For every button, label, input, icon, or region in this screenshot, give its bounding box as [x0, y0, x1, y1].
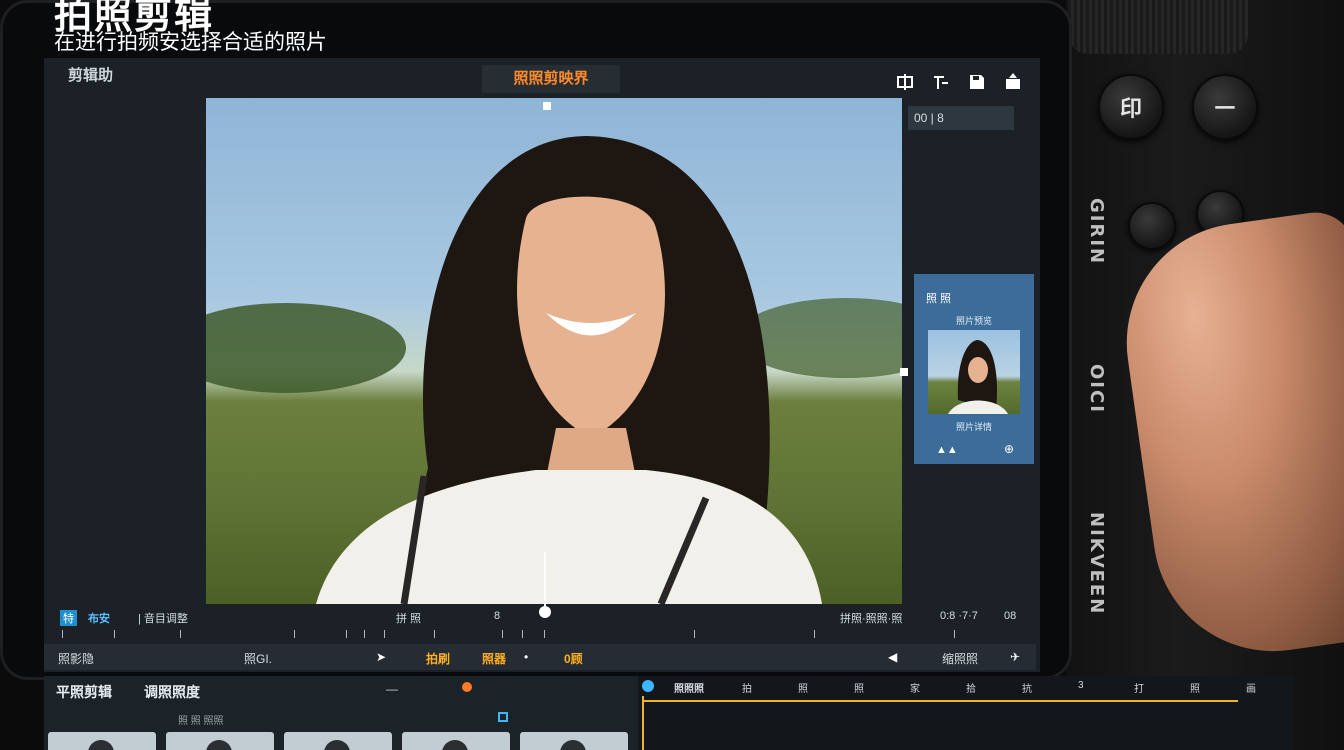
filmstrip-frame-1[interactable] — [48, 732, 156, 750]
preview-card-subtitle: 照片预览 — [955, 316, 992, 326]
camera-button-small[interactable] — [1128, 202, 1176, 250]
save-icon[interactable] — [966, 72, 988, 92]
app-header: 剪辑助 照照剪映界 — [54, 58, 1036, 94]
track-marker-icon[interactable] — [642, 680, 654, 692]
main-photo[interactable] — [206, 98, 902, 604]
camera-side-label-3: NIKVEEN — [1086, 512, 1107, 616]
camera-side-label-1: GIRIN — [1086, 198, 1107, 266]
bottom-label-2[interactable]: 调照照度 — [144, 682, 200, 702]
track-tick: 照 — [1190, 684, 1200, 695]
control-bar: 照影隐 照GI. ➤ 拍刷 照器 • 0顾 ◀ 缩照照 ✈ — [44, 644, 1036, 670]
track-tick: 照 — [854, 684, 864, 695]
share-icon[interactable] — [1002, 72, 1024, 92]
filmstrip-frame-4[interactable] — [402, 732, 510, 750]
bottom-editor: 平照剪辑 调照照度 照 照 照照 — 照照照 拍 照 照 家 拾 抗 3 打 照… — [44, 676, 1294, 750]
track-line — [644, 700, 1238, 702]
camera-side-label-2: OICI — [1086, 364, 1107, 414]
track-tick: 3 — [1078, 680, 1084, 691]
timeline-tag-1[interactable]: 特 — [60, 610, 77, 626]
filmstrip-frame-3[interactable] — [284, 732, 392, 750]
track-cursor[interactable] — [642, 696, 644, 750]
playhead-line — [544, 552, 546, 612]
control-orange-2[interactable]: 照器 — [482, 650, 506, 667]
plane-icon[interactable]: ✈ — [1010, 650, 1020, 664]
crop-handle-right[interactable] — [900, 368, 908, 376]
control-left-label[interactable]: 照影隐 — [58, 650, 94, 667]
crop-handle-top[interactable] — [543, 102, 551, 110]
track-ruler[interactable]: 照照照 拍 照 照 家 拾 抗 3 打 照 画 — [642, 680, 1292, 700]
control-right-label[interactable]: 缩照照 — [942, 650, 978, 667]
crop-icon[interactable] — [894, 72, 916, 92]
export-icon[interactable]: ⊕ — [1004, 442, 1014, 456]
camera-button-1[interactable]: 印 — [1098, 74, 1164, 140]
filmstrip-frame-5[interactable] — [520, 732, 628, 750]
track-tick: 拍 — [742, 684, 752, 695]
preview-thumbnail — [928, 330, 1020, 414]
filmstrip-frame-2[interactable] — [166, 732, 274, 750]
timeline-status-row: 特 布安 | 音目调整 拼 照 8 拼照·照照·照 0:8 ·7·7 08 — [54, 606, 1032, 628]
track-label: 照照照 — [674, 684, 704, 695]
right-panel-field[interactable]: 00 | 8 — [908, 106, 1014, 130]
square-icon[interactable] — [498, 712, 508, 722]
timeline-tag-2[interactable]: 布安 — [88, 610, 110, 626]
track-tick: 照 — [798, 684, 808, 695]
timeline-mid-text-1: 拼 照 — [396, 613, 422, 625]
camera-button-2[interactable]: ㇐ — [1192, 74, 1258, 140]
track-tick: 家 — [910, 684, 920, 695]
record-icon[interactable] — [462, 682, 472, 692]
control-orange-1[interactable]: 拍刷 — [426, 650, 450, 667]
timeline-ruler[interactable] — [54, 628, 1032, 642]
preview-card-caption: 照片详情 — [955, 422, 992, 432]
timeline-right-text: 拼照·照照·照 — [840, 613, 903, 625]
timeline-right-num: 0:8 ·7·7 — [940, 610, 978, 622]
minus-icon[interactable]: — — [386, 682, 398, 696]
control-orange-3[interactable]: 0顾 — [564, 650, 583, 667]
timeline-left-text: | 音目调整 — [138, 613, 188, 625]
bottom-left-panel: 平照剪辑 调照照度 照 照 照照 — — [44, 676, 638, 750]
bottom-sub: 照 照 照照 — [178, 716, 224, 727]
track-tick: 打 — [1134, 684, 1144, 695]
mode-dial[interactable] — [1068, 0, 1248, 54]
track-tick: 抗 — [1022, 684, 1032, 695]
app-title: 照照剪映界 — [482, 65, 620, 93]
adjust-icon[interactable] — [930, 72, 952, 92]
track-tick: 拾 — [966, 684, 976, 695]
image-icon[interactable]: ▲▲ — [936, 444, 958, 456]
control-left-label-2[interactable]: 照GI. — [244, 650, 272, 667]
right-panel-field-label: 00 | 8 — [914, 111, 944, 125]
app-logo: 剪辑助 — [68, 67, 114, 84]
bottom-label-1[interactable]: 平照剪辑 — [56, 682, 112, 702]
preview-card[interactable]: 照 照 照片预览 照片详情 ▲▲ ⊕ — [914, 274, 1034, 464]
timeline-mid-text-2: 8 — [494, 610, 501, 622]
camera-button-2-label: ㇐ — [1213, 97, 1236, 122]
track-tick: 画 — [1246, 684, 1256, 695]
preview-card-title: 照 照 — [926, 293, 952, 305]
send-icon[interactable]: ◀ — [888, 650, 897, 664]
timeline-right-end: 08 — [1004, 610, 1017, 622]
arrow-icon[interactable]: ➤ — [376, 650, 386, 664]
header-toolbar — [894, 72, 1024, 92]
camera-button-1-label: 印 — [1119, 97, 1142, 122]
dot-icon: • — [524, 650, 529, 664]
overlay-subheadline: 在进行拍频安选择合适的照片 — [54, 31, 327, 54]
